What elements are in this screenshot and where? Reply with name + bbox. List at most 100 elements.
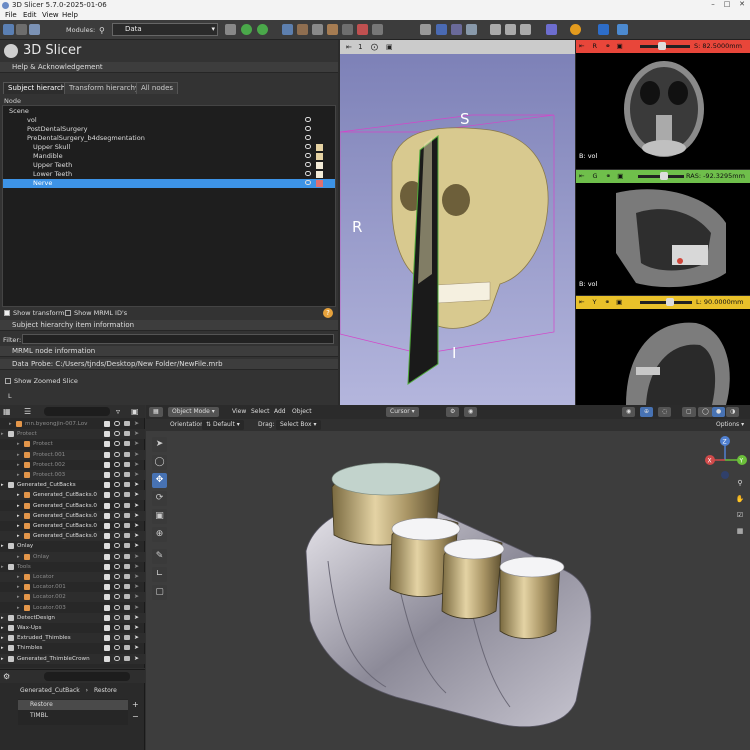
- maximize-view-icon[interactable]: ▣: [617, 42, 623, 50]
- props-search-input[interactable]: [44, 672, 130, 681]
- module-icon-6[interactable]: [357, 24, 368, 35]
- visibility-eye-icon[interactable]: [305, 126, 311, 131]
- show-ids-checkbox[interactable]: Show MRML ID's: [65, 309, 127, 317]
- markup-icon-2[interactable]: [451, 24, 462, 35]
- outliner-row[interactable]: ▸ Generated_CutBacks.0 ➤: [0, 521, 145, 531]
- selectable-arrow-icon[interactable]: ➤: [134, 603, 139, 613]
- green-slice-view[interactable]: ⇤ G ⚭ ▣ RAS: -92.3295mm B: vol: [576, 170, 750, 295]
- exclude-checkbox[interactable]: [104, 492, 110, 499]
- expand-arrow-icon[interactable]: ▸: [17, 470, 20, 480]
- capture-icon[interactable]: [520, 24, 531, 35]
- outliner-search-input[interactable]: [44, 407, 110, 416]
- link-icon[interactable]: ⚭: [606, 172, 611, 180]
- maximize-view-icon[interactable]: ▣: [616, 298, 622, 306]
- visibility-eye-icon[interactable]: [305, 180, 311, 185]
- menu-edit[interactable]: Edit: [23, 11, 37, 19]
- breadcrumb-object[interactable]: Generated_CutBack: [20, 687, 80, 694]
- selectable-arrow-icon[interactable]: ➤: [134, 521, 139, 531]
- tree-row-scene[interactable]: Scene: [3, 107, 335, 116]
- module-icon-2[interactable]: [297, 24, 308, 35]
- visibility-eye-icon[interactable]: [114, 563, 120, 569]
- render-camera-icon[interactable]: [124, 635, 130, 641]
- options-button[interactable]: Options ▾: [716, 420, 744, 430]
- visibility-eye-icon[interactable]: [114, 421, 120, 426]
- markup-icon-1[interactable]: [436, 24, 447, 35]
- pin-icon[interactable]: ⇤: [346, 43, 352, 51]
- editor-type-icon[interactable]: ⚙: [3, 672, 10, 681]
- expand-arrow-icon[interactable]: ▸: [17, 511, 20, 521]
- visibility-eye-icon[interactable]: [114, 461, 120, 467]
- module-search-icon[interactable]: ⚲: [99, 26, 105, 35]
- selectable-arrow-icon[interactable]: ➤: [134, 562, 139, 572]
- render-camera-icon[interactable]: [124, 604, 130, 610]
- back-arrow-icon[interactable]: [241, 24, 252, 35]
- props-item-restore[interactable]: Restore: [18, 700, 128, 710]
- red-slice-view[interactable]: ⇤ R ⚭ ▣ S: 82.5000mm B: vol: [576, 40, 750, 169]
- exclude-checkbox[interactable]: [104, 553, 110, 560]
- color-swatch[interactable]: [316, 180, 323, 187]
- visibility-eye-icon[interactable]: [114, 431, 120, 437]
- render-camera-icon[interactable]: [124, 492, 130, 498]
- crosshair-icon[interactable]: [570, 24, 581, 35]
- selectable-arrow-icon[interactable]: ➤: [134, 623, 139, 633]
- breadcrumb-target[interactable]: Restore: [94, 687, 117, 694]
- exclude-checkbox[interactable]: [104, 604, 110, 611]
- module-history-icon[interactable]: [225, 24, 236, 35]
- visibility-eye-icon[interactable]: [114, 441, 120, 447]
- view-3d[interactable]: ⇤ 1 ⨀ ▣ S R I: [340, 40, 575, 405]
- close-button[interactable]: ✕: [735, 0, 749, 11]
- exclude-checkbox[interactable]: [104, 584, 110, 591]
- proportional-toggle[interactable]: ◉: [464, 407, 478, 417]
- visibility-eye-icon[interactable]: [114, 502, 120, 508]
- selectable-arrow-icon[interactable]: ➤: [134, 643, 139, 653]
- tab-transform-hierarchy[interactable]: Transform hierarchy: [64, 82, 145, 94]
- exclude-checkbox[interactable]: [104, 574, 110, 580]
- maximize-view-icon[interactable]: ▣: [617, 172, 623, 180]
- selectable-arrow-icon[interactable]: ➤: [134, 501, 139, 511]
- selectable-arrow-icon[interactable]: ➤: [134, 633, 139, 643]
- exclude-checkbox[interactable]: [104, 625, 110, 631]
- selectable-arrow-icon[interactable]: ➤: [134, 654, 139, 664]
- visibility-eye-icon[interactable]: [114, 655, 120, 661]
- visibility-eye-icon[interactable]: [305, 117, 311, 122]
- show-transforms-checkbox[interactable]: Show transforms: [4, 309, 68, 317]
- render-camera-icon[interactable]: [124, 441, 130, 447]
- menu-object[interactable]: Object: [292, 408, 312, 415]
- expand-arrow-icon[interactable]: ▸: [17, 552, 20, 562]
- editor-type-icon[interactable]: ▦: [3, 407, 11, 416]
- outliner-row[interactable]: ▸ DetectDesign ➤: [0, 612, 145, 623]
- visibility-eye-icon[interactable]: [114, 543, 120, 549]
- selectable-arrow-icon[interactable]: ➤: [134, 439, 139, 449]
- render-camera-icon[interactable]: [124, 451, 130, 457]
- pin-icon[interactable]: ⇤: [579, 42, 584, 50]
- visibility-eye-icon[interactable]: [114, 523, 120, 528]
- new-collection-icon[interactable]: ▣: [131, 407, 139, 416]
- expand-arrow-icon[interactable]: ▸: [17, 531, 20, 541]
- maximize-view-icon[interactable]: ▣: [386, 43, 393, 51]
- overlay-toggle[interactable]: ◌: [658, 407, 672, 417]
- expand-arrow-icon[interactable]: ▸: [1, 654, 4, 664]
- selectable-arrow-icon[interactable]: ➤: [134, 450, 139, 460]
- solid-shading[interactable]: ●: [712, 407, 726, 417]
- selectable-arrow-icon[interactable]: ➤: [134, 592, 139, 602]
- layout-icon-2[interactable]: [505, 24, 516, 35]
- render-camera-icon[interactable]: [124, 625, 130, 630]
- selectable-arrow-icon[interactable]: ➤: [134, 460, 139, 470]
- minimize-button[interactable]: –: [706, 0, 720, 11]
- selectable-arrow-icon[interactable]: ➤: [134, 552, 139, 562]
- selectable-arrow-icon[interactable]: ➤: [134, 613, 139, 623]
- outliner-row[interactable]: ▸ Tools ➤: [0, 562, 145, 572]
- orientation-selector[interactable]: ⇅ Default ▾: [202, 420, 244, 430]
- selectable-arrow-icon[interactable]: ➤: [134, 419, 139, 429]
- selectable-arrow-icon[interactable]: ➤: [134, 511, 139, 521]
- outliner-row[interactable]: ▸ Protect ➤: [0, 429, 145, 440]
- selectable-arrow-icon[interactable]: ➤: [134, 470, 139, 480]
- selectable-arrow-icon[interactable]: ➤: [134, 541, 139, 551]
- editor-type-button[interactable]: ▦: [149, 407, 163, 417]
- link-icon[interactable]: ⚭: [605, 298, 610, 306]
- forward-arrow-icon[interactable]: [257, 24, 268, 35]
- display-mode-icon[interactable]: ☰: [24, 407, 31, 416]
- outliner-row[interactable]: ▸ Protect.002 ➤: [0, 460, 145, 470]
- tree-row-mandible[interactable]: Mandible: [3, 152, 335, 161]
- render-camera-icon[interactable]: [124, 533, 130, 539]
